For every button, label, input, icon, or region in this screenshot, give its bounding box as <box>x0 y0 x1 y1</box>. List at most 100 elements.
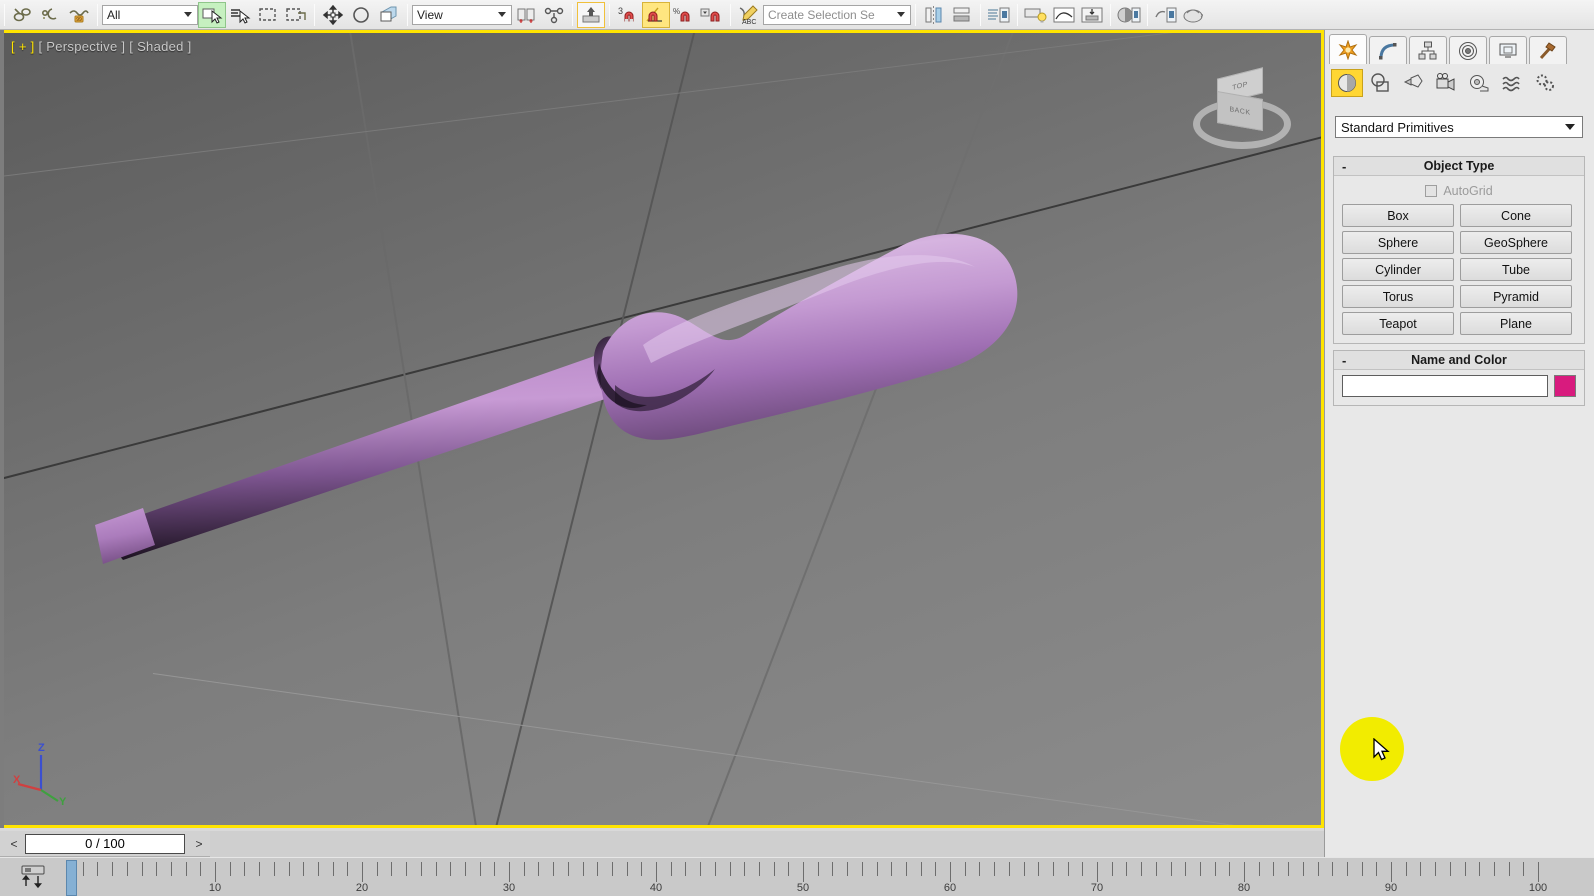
command-panel-categories <box>1331 68 1592 98</box>
light-lister-icon[interactable] <box>1022 2 1050 28</box>
next-frame-button[interactable]: > <box>188 832 210 855</box>
systems-category[interactable] <box>1529 69 1561 97</box>
rectangular-selection-region-icon[interactable] <box>254 2 282 28</box>
ruler-tick <box>1214 862 1216 876</box>
ruler-tick <box>523 862 525 876</box>
space-warps-category[interactable] <box>1496 69 1528 97</box>
ruler-tick <box>1317 862 1319 876</box>
shapes-category[interactable] <box>1364 69 1396 97</box>
lights-category[interactable] <box>1397 69 1429 97</box>
previous-frame-button[interactable]: < <box>3 832 25 855</box>
curve-editor-icon[interactable] <box>1050 2 1078 28</box>
snap-toggle-icon[interactable]: 3 <box>614 2 642 28</box>
schematic-view-icon[interactable] <box>1078 2 1106 28</box>
ruler-tick <box>979 862 981 876</box>
primitive-button-cone[interactable]: Cone <box>1460 204 1572 227</box>
primitive-button-geosphere[interactable]: GeoSphere <box>1460 231 1572 254</box>
ruler-tick <box>450 862 452 876</box>
toolbar-separator <box>730 3 731 26</box>
keyboard-shortcut-override-icon[interactable] <box>577 1 605 28</box>
track-bar[interactable]: 10 20 30 40 50 60 70 80 90 100 <box>0 857 1594 896</box>
percent-snap-toggle-icon[interactable]: % <box>670 2 698 28</box>
object-type-rollout-header[interactable]: - Object Type <box>1334 157 1584 176</box>
time-slider-track[interactable] <box>210 830 1324 857</box>
ruler-tick <box>479 862 481 876</box>
edit-named-selection-sets-icon[interactable]: ABC <box>735 2 763 28</box>
ruler-tick <box>1244 862 1245 882</box>
primitive-button-teapot[interactable]: Teapot <box>1342 312 1454 335</box>
align-icon[interactable] <box>948 2 976 28</box>
perspective-viewport-frame[interactable]: [ + ] [ Perspective ] [ Shaded ] TOP BAC… <box>0 30 1324 828</box>
object-name-input[interactable] <box>1342 375 1548 397</box>
link-selection-icon[interactable]: 99 <box>65 2 93 28</box>
name-and-color-rollout: - Name and Color <box>1333 350 1585 406</box>
autogrid-checkbox[interactable] <box>1425 185 1438 197</box>
select-and-rotate-icon[interactable] <box>347 2 375 28</box>
reference-coordinate-system-combo[interactable]: View <box>412 4 512 25</box>
ruler-tick <box>1449 862 1451 876</box>
primitive-button-plane[interactable]: Plane <box>1460 312 1572 335</box>
helpers-category[interactable] <box>1463 69 1495 97</box>
object-type-collapse-icon[interactable]: - <box>1342 159 1346 174</box>
toolbar-separator <box>572 3 573 26</box>
modify-tab[interactable] <box>1369 36 1407 64</box>
named-selection-sets-combo[interactable]: Create Selection Se <box>763 4 911 25</box>
ruler-tick <box>964 862 966 876</box>
display-tab[interactable] <box>1489 36 1527 64</box>
ruler-tick <box>1097 862 1098 882</box>
hierarchy-tab[interactable] <box>1409 36 1447 64</box>
primitive-button-cylinder[interactable]: Cylinder <box>1342 258 1454 281</box>
select-object-icon[interactable] <box>198 1 226 28</box>
command-panel: Standard Primitives - Object Type AutoGr… <box>1324 30 1594 857</box>
layer-manager-icon[interactable] <box>985 2 1013 28</box>
name-and-color-collapse-icon[interactable]: - <box>1342 353 1346 368</box>
angle-snap-toggle-icon[interactable] <box>642 1 670 28</box>
window-crossing-icon[interactable] <box>282 2 310 28</box>
primitive-button-pyramid[interactable]: Pyramid <box>1460 285 1572 308</box>
perspective-viewport[interactable]: [ + ] [ Perspective ] [ Shaded ] TOP BAC… <box>3 33 1321 825</box>
motion-tab[interactable] <box>1449 36 1487 64</box>
svg-text:ABC: ABC <box>742 19 756 26</box>
ruler-tick <box>317 862 319 876</box>
utilities-tab[interactable] <box>1529 36 1567 64</box>
primitive-button-box[interactable]: Box <box>1342 204 1454 227</box>
unlink-selection-icon[interactable] <box>9 2 37 28</box>
material-editor-icon[interactable] <box>1115 2 1143 28</box>
cameras-category[interactable] <box>1430 69 1462 97</box>
ruler-tick <box>714 862 716 876</box>
bind-to-space-warp-icon[interactable] <box>37 2 65 28</box>
axis-tripod: Z X Y <box>13 735 83 808</box>
spinner-snap-toggle-icon[interactable] <box>698 2 726 28</box>
primitive-button-tube[interactable]: Tube <box>1460 258 1572 281</box>
mirror-icon[interactable] <box>920 2 948 28</box>
select-by-name-icon[interactable] <box>226 2 254 28</box>
use-center-flyout-icon[interactable] <box>512 2 540 28</box>
render-frame-window-icon[interactable] <box>1180 2 1208 28</box>
set-key-filters-icon[interactable] <box>18 864 48 890</box>
create-tab[interactable] <box>1329 34 1367 64</box>
subcategory-combo[interactable]: Standard Primitives <box>1335 116 1583 138</box>
ruler-tick <box>626 862 628 876</box>
primitive-button-sphere[interactable]: Sphere <box>1342 231 1454 254</box>
time-slider-handle[interactable] <box>66 860 77 896</box>
ruler-tick <box>1361 862 1363 876</box>
selection-filter-combo[interactable]: All <box>102 4 198 25</box>
select-and-scale-icon[interactable] <box>375 2 403 28</box>
render-setup-icon[interactable] <box>1152 2 1180 28</box>
select-and-move-icon[interactable] <box>319 2 347 28</box>
svg-text:99: 99 <box>76 17 82 23</box>
select-and-manipulate-icon[interactable] <box>540 2 568 28</box>
z-axis-label: Z <box>38 742 45 754</box>
primitive-button-torus[interactable]: Torus <box>1342 285 1454 308</box>
object-color-swatch[interactable] <box>1554 375 1576 397</box>
ruler-tick <box>420 862 422 876</box>
screwdriver-3d-object[interactable] <box>3 33 1321 825</box>
geometry-category[interactable] <box>1331 69 1363 97</box>
current-frame-display[interactable]: 0 / 100 <box>25 833 185 854</box>
ruler-tick <box>817 862 819 876</box>
ruler-tick <box>1185 862 1187 876</box>
name-and-color-rollout-header[interactable]: - Name and Color <box>1334 351 1584 370</box>
autogrid-row[interactable]: AutoGrid <box>1342 181 1576 201</box>
ruler-tick <box>1229 862 1231 876</box>
track-bar-ruler[interactable]: 10 20 30 40 50 60 70 80 90 100 <box>62 858 1594 896</box>
